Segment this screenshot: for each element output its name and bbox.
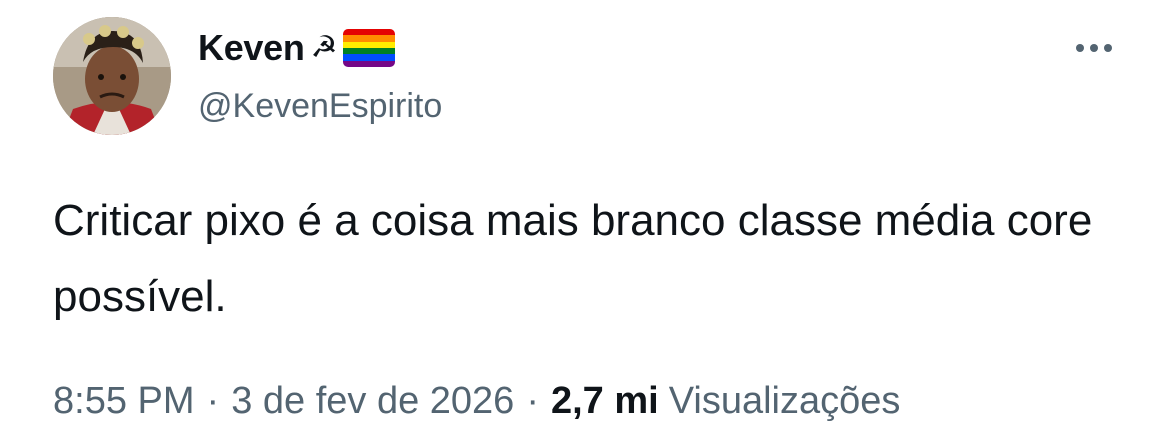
avatar[interactable] bbox=[53, 17, 171, 135]
views-label[interactable]: Visualizações bbox=[669, 380, 901, 423]
display-name[interactable]: Keven bbox=[198, 26, 305, 70]
tweet-time[interactable]: 8:55 PM bbox=[53, 380, 195, 423]
more-dot-icon bbox=[1076, 44, 1084, 52]
more-dot-icon bbox=[1090, 44, 1098, 52]
author-name-row[interactable]: Keven ☭ bbox=[198, 26, 396, 70]
tweet-card: Keven ☭ @KevenEspirito Criticar pixo é a… bbox=[0, 0, 1170, 447]
tweet-meta: 8:55 PM · 3 de fev de 2026 · 2,7 mi Visu… bbox=[53, 372, 900, 430]
meta-separator: · bbox=[526, 379, 539, 422]
avatar-image bbox=[53, 17, 171, 135]
tweet-date[interactable]: 3 de fev de 2026 bbox=[231, 380, 514, 423]
more-options-button[interactable] bbox=[1066, 30, 1122, 66]
views-count[interactable]: 2,7 mi bbox=[551, 380, 659, 423]
sickle-icon: ☭ bbox=[310, 31, 338, 64]
rainbow-flag-icon bbox=[343, 29, 396, 67]
author-handle[interactable]: @KevenEspirito bbox=[198, 84, 442, 128]
meta-separator: · bbox=[206, 379, 220, 422]
flag-stripe bbox=[343, 60, 396, 67]
more-dot-icon bbox=[1104, 44, 1112, 52]
tweet-text: Criticar pixo é a coisa mais branco clas… bbox=[53, 196, 1093, 321]
